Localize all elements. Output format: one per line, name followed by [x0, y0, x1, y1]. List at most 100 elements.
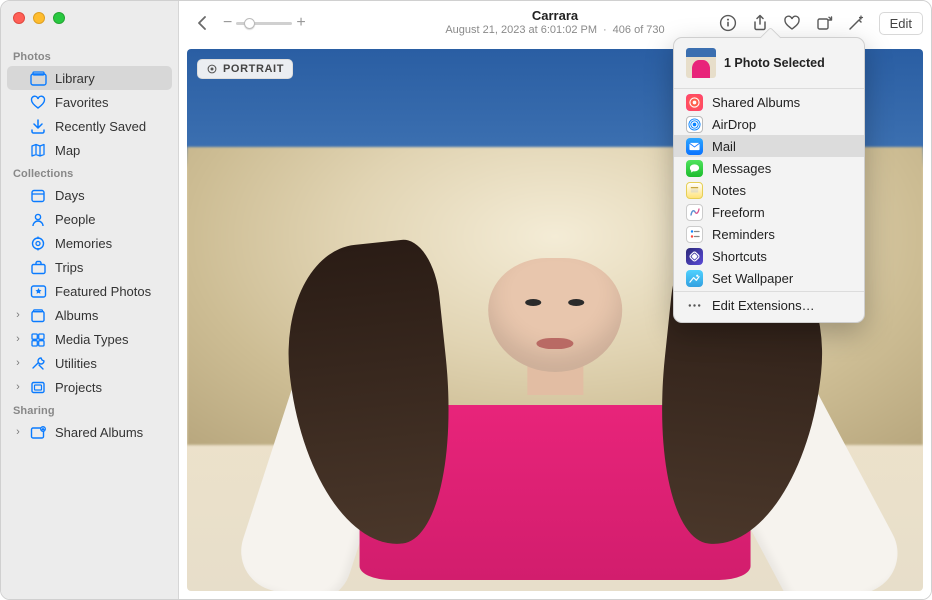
- close-window-button[interactable]: [13, 12, 25, 24]
- share-item-label: Freeform: [712, 205, 765, 220]
- share-item-wallpaper[interactable]: Set Wallpaper: [674, 267, 864, 289]
- sidebar-item-label: Shared Albums: [55, 425, 143, 440]
- chevron-right-icon[interactable]: ›: [13, 357, 23, 369]
- window-controls: [13, 12, 65, 24]
- zoom-thumb[interactable]: [244, 18, 255, 29]
- sidebar-item-label: Days: [55, 188, 85, 203]
- extensions-icon: [686, 297, 703, 314]
- rotate-button[interactable]: [809, 10, 839, 36]
- sidebar-item-utilities[interactable]: › Utilities: [7, 351, 172, 375]
- share-item-notes[interactable]: Notes: [674, 179, 864, 201]
- portrait-badge-icon: [206, 63, 218, 75]
- wallpaper-icon: [686, 270, 703, 287]
- photo-index: 406 of 730: [613, 24, 665, 37]
- share-edit-extensions[interactable]: Edit Extensions…: [674, 294, 864, 316]
- share-item-mail[interactable]: Mail: [674, 135, 864, 157]
- sidebar-item-label: Featured Photos: [55, 284, 151, 299]
- share-item-reminders[interactable]: Reminders: [674, 223, 864, 245]
- share-item-shared-albums[interactable]: Shared Albums: [674, 91, 864, 113]
- info-button[interactable]: [713, 10, 743, 36]
- share-edit-extensions-label: Edit Extensions…: [712, 298, 815, 313]
- share-selection-label: 1 Photo Selected: [724, 56, 825, 70]
- toolbar-right: Edit: [713, 10, 923, 36]
- days-icon: [29, 187, 47, 203]
- sidebar-item-people[interactable]: People: [7, 207, 172, 231]
- share-item-shortcuts[interactable]: Shortcuts: [674, 245, 864, 267]
- share-item-label: Messages: [712, 161, 771, 176]
- fullscreen-window-button[interactable]: [53, 12, 65, 24]
- map-icon: [29, 142, 47, 158]
- portrait-badge: PORTRAIT: [197, 59, 293, 79]
- main-pane: − + Carrara August 21, 2023 at 6:01:02 P…: [179, 1, 931, 599]
- chevron-right-icon[interactable]: ›: [13, 381, 23, 393]
- share-item-label: Notes: [712, 183, 746, 198]
- share-popover-header: 1 Photo Selected: [674, 44, 864, 86]
- library-icon: [29, 70, 47, 86]
- sidebar-item-trips[interactable]: Trips: [7, 255, 172, 279]
- people-icon: [29, 211, 47, 227]
- zoom-slider[interactable]: − +: [223, 14, 306, 32]
- sidebar-item-days[interactable]: Days: [7, 183, 172, 207]
- freeform-icon: [686, 204, 703, 221]
- sidebar-section-header: Photos: [1, 45, 178, 66]
- sidebar-item-label: Projects: [55, 380, 102, 395]
- utilities-icon: [29, 355, 47, 371]
- sidebar-item-label: Trips: [55, 260, 83, 275]
- share-item-label: Shortcuts: [712, 249, 767, 264]
- sidebar-item-library[interactable]: Library: [7, 66, 172, 90]
- share-item-messages[interactable]: Messages: [674, 157, 864, 179]
- sidebar-item-projects[interactable]: › Projects: [7, 375, 172, 399]
- favorite-button[interactable]: [777, 10, 807, 36]
- sidebar: Photos Library Favorites Recently Saved Map C…: [1, 1, 179, 599]
- memories-icon: [29, 235, 47, 251]
- share-item-freeform[interactable]: Freeform: [674, 201, 864, 223]
- airdrop-icon: [686, 116, 703, 133]
- reminders-icon: [686, 226, 703, 243]
- sidebar-section-header: Sharing: [1, 399, 178, 420]
- share-item-label: Mail: [712, 139, 736, 154]
- zoom-in-icon: +: [296, 14, 305, 32]
- shared-albums-icon: [686, 94, 703, 111]
- sidebar-item-map[interactable]: Map: [7, 138, 172, 162]
- sidebar-item-recently-saved[interactable]: Recently Saved: [7, 114, 172, 138]
- edit-button[interactable]: Edit: [879, 12, 923, 35]
- zoom-track[interactable]: [236, 22, 292, 25]
- sidebar-item-label: Favorites: [55, 95, 108, 110]
- minimize-window-button[interactable]: [33, 12, 45, 24]
- sidebar-section-header: Collections: [1, 162, 178, 183]
- sidebar-item-label: Library: [55, 71, 95, 86]
- zoom-out-icon: −: [223, 14, 232, 32]
- chevron-right-icon[interactable]: ›: [13, 333, 23, 345]
- chevron-right-icon[interactable]: ›: [13, 309, 23, 321]
- sidebar-item-label: People: [55, 212, 95, 227]
- media-types-icon: [29, 331, 47, 347]
- chevron-right-icon[interactable]: ›: [13, 426, 23, 438]
- recently-saved-icon: [29, 118, 47, 134]
- featured-photos-icon: [29, 283, 47, 299]
- sidebar-item-favorites[interactable]: Favorites: [7, 90, 172, 114]
- sidebar-item-media-types[interactable]: › Media Types: [7, 327, 172, 351]
- shared-albums-icon: [29, 424, 47, 440]
- albums-icon: [29, 307, 47, 323]
- portrait-badge-label: PORTRAIT: [223, 63, 284, 75]
- popover-separator: [674, 291, 864, 292]
- sidebar-item-albums[interactable]: ›Albums: [7, 303, 172, 327]
- photo-title: Carrara: [445, 9, 664, 24]
- toolbar-left: − +: [187, 10, 306, 36]
- photo-date: August 21, 2023 at 6:01:02 PM: [445, 24, 597, 37]
- share-item-airdrop[interactable]: AirDrop: [674, 113, 864, 135]
- sidebar-item-featured-photos[interactable]: Featured Photos: [7, 279, 172, 303]
- auto-enhance-button[interactable]: [841, 10, 871, 36]
- sidebar-item-label: Recently Saved: [55, 119, 146, 134]
- trips-icon: [29, 259, 47, 275]
- app-window: Photos Library Favorites Recently Saved Map C…: [0, 0, 932, 600]
- toolbar-title-area: Carrara August 21, 2023 at 6:01:02 PM · …: [445, 9, 664, 37]
- share-thumbnail: [686, 48, 716, 78]
- sidebar-item-shared-albums[interactable]: › Shared Albums: [7, 420, 172, 444]
- sidebar-item-label: Map: [55, 143, 80, 158]
- messages-icon: [686, 160, 703, 177]
- sidebar-item-label: Media Types: [55, 332, 128, 347]
- back-button[interactable]: [187, 10, 217, 36]
- sidebar-item-memories[interactable]: Memories: [7, 231, 172, 255]
- sidebar-item-label: Utilities: [55, 356, 97, 371]
